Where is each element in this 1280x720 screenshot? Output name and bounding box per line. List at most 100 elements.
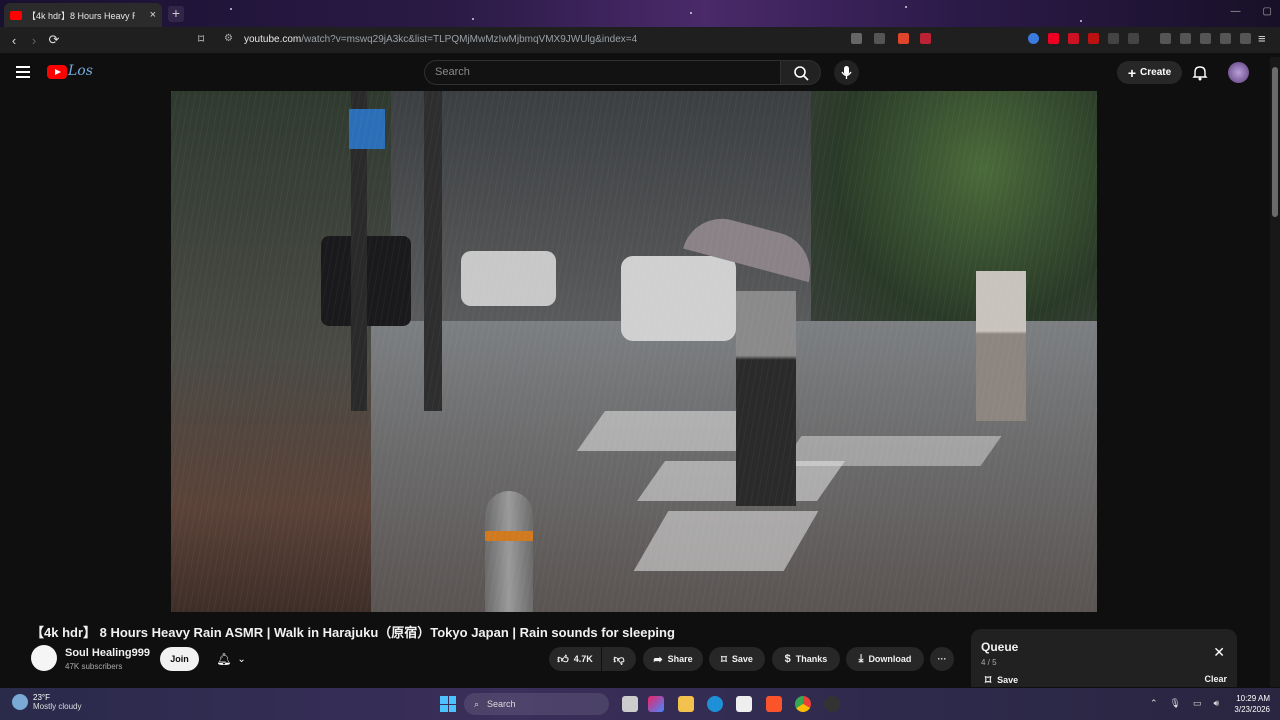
extensions-puzzle-icon[interactable] [1108, 33, 1119, 44]
chevron-down-icon: ⌄ [237, 653, 246, 665]
search-button[interactable] [781, 60, 821, 85]
wallet-icon[interactable] [1200, 33, 1211, 44]
background-star [472, 18, 474, 20]
display-icon[interactable]: ▭ [1193, 698, 1202, 709]
url-path: /watch?v=mswq29jA3kc&list=TLPQMjMwMzIwMj… [301, 34, 638, 45]
search-input[interactable]: Search [424, 60, 781, 85]
queue-save-label: Save [997, 675, 1019, 685]
subscriber-count: 47K subscribers [65, 662, 123, 671]
volume-icon[interactable]: 🔊︎ [1214, 698, 1220, 709]
back-icon[interactable]: ‹ [4, 33, 24, 48]
youtube-doodle-logo[interactable]: Los [68, 63, 93, 79]
microphone-icon[interactable]: 🎙︎ [1170, 698, 1181, 709]
menu-icon[interactable]: ≡ [1258, 31, 1266, 46]
close-icon[interactable]: ✕ [1213, 644, 1225, 661]
site-settings-icon[interactable]: ⚙ [224, 33, 233, 44]
leo-ai-icon[interactable] [1220, 33, 1231, 44]
dislike-button[interactable]: 👎︎ [602, 647, 636, 671]
chrome-browser-icon[interactable] [795, 696, 811, 712]
media-control-icon[interactable] [1160, 33, 1171, 44]
download-label: Download [868, 654, 912, 664]
voice-search-button[interactable] [834, 60, 859, 85]
like-count: 4.7K [573, 654, 593, 664]
queue-clear-button[interactable]: Clear [1204, 674, 1227, 684]
url-field[interactable]: youtube.com/watch?v=mswq29jA3kc&list=TLP… [244, 34, 637, 45]
share-button[interactable]: ➦ Share [643, 647, 703, 671]
more-actions-button[interactable]: ··· [930, 647, 954, 671]
youtube-header: Los Search + Create [0, 53, 1280, 91]
vpn-icon[interactable] [1240, 33, 1251, 44]
taskbar-clock[interactable]: 10:29 AM 3/23/2026 [1222, 693, 1270, 715]
window-controls: — ▢ [1231, 6, 1272, 17]
clock-time: 10:29 AM [1236, 694, 1270, 703]
windows-taskbar: 23°F Mostly cloudy ⌕ Search ⌃ 🎙︎ ▭ 🔊︎ 10… [0, 688, 1280, 720]
rain-overlay [171, 91, 1097, 612]
task-view-icon[interactable] [622, 696, 638, 712]
forward-icon[interactable]: › [24, 33, 44, 48]
subscription-bell-button[interactable]: 🔔︎ ⌄ [206, 647, 256, 671]
maximize-icon[interactable]: ▢ [1263, 6, 1272, 17]
page-scrollbar[interactable] [1270, 57, 1280, 687]
brave-browser-icon[interactable] [766, 696, 782, 712]
share-page-icon[interactable] [874, 33, 885, 44]
tab-title: 【4k hdr】8 Hours Heavy Rain [27, 10, 135, 21]
download-button[interactable]: ⤓ Download [846, 647, 924, 671]
hamburger-menu-icon[interactable] [16, 66, 30, 78]
app-icon[interactable] [824, 696, 840, 712]
windows-start-icon[interactable] [440, 696, 456, 712]
weather-temperature: 23°F [33, 693, 50, 702]
queue-count: 4 / 5 [981, 658, 997, 667]
sidebar-icon[interactable] [1180, 33, 1191, 44]
join-button[interactable]: Join [160, 647, 199, 671]
rewards-icon[interactable] [920, 33, 931, 44]
bookmark-icon[interactable]: ⌑ [198, 32, 204, 46]
clock-date: 3/23/2026 [1234, 705, 1270, 714]
channel-name[interactable]: Soul Healing999 [65, 647, 150, 659]
reload-icon[interactable]: ⟳ [44, 32, 64, 48]
tab-close-icon[interactable]: × [150, 9, 156, 21]
chevron-up-icon[interactable]: ⌃ [1150, 698, 1158, 709]
edge-browser-icon[interactable] [707, 696, 723, 712]
thanks-button[interactable]: $ Thanks [772, 647, 840, 671]
brave-shield-icon[interactable] [898, 33, 909, 44]
extension-icon[interactable] [1048, 33, 1059, 44]
cast-icon[interactable] [851, 33, 862, 44]
queue-save-button[interactable]: ⌑ Save [985, 673, 1018, 687]
extension-icon[interactable] [1068, 33, 1079, 44]
file-explorer-icon[interactable] [678, 696, 694, 712]
system-tray: ⌃ 🎙︎ ▭ 🔊︎ [1150, 698, 1219, 709]
search-icon: ⌕ [474, 698, 480, 709]
thanks-label: Thanks [795, 654, 828, 664]
browser-tab-strip: 【4k hdr】8 Hours Heavy Rain × + — ▢ [0, 0, 1280, 27]
like-button[interactable]: 👍︎ 4.7K [549, 647, 601, 671]
weather-widget[interactable]: 23°F Mostly cloudy [12, 693, 81, 711]
url-domain: youtube.com [244, 34, 302, 45]
super-thanks-icon: $ [784, 653, 791, 665]
browser-tab-active[interactable]: 【4k hdr】8 Hours Heavy Rain × [4, 3, 162, 27]
microsoft-store-icon[interactable] [736, 696, 752, 712]
youtube-favicon-icon [10, 10, 22, 20]
minimize-icon[interactable]: — [1231, 6, 1241, 17]
video-player[interactable] [171, 91, 1097, 612]
create-button[interactable]: + Create [1117, 61, 1182, 84]
extension-icon[interactable] [1128, 33, 1139, 44]
thumbs-up-icon: 👍︎ [557, 653, 569, 666]
thumbs-down-icon: 👎︎ [613, 653, 625, 666]
bookmark-icon: ⌑ [721, 653, 727, 666]
extension-icon[interactable] [1088, 33, 1099, 44]
channel-avatar[interactable] [31, 645, 57, 671]
queue-title: Queue [981, 640, 1019, 654]
save-button[interactable]: ⌑ Save [709, 647, 765, 671]
extension-icon[interactable] [1028, 33, 1039, 44]
background-star [230, 8, 232, 10]
copilot-icon[interactable] [648, 696, 664, 712]
save-label: Save [731, 654, 753, 664]
background-star [690, 12, 692, 14]
new-tab-button[interactable]: + [168, 6, 184, 22]
notifications-bell-icon[interactable] [1192, 64, 1208, 81]
taskbar-search-label: Search [487, 699, 516, 709]
youtube-logo-icon[interactable] [47, 65, 67, 79]
account-avatar[interactable] [1228, 62, 1249, 83]
taskbar-search[interactable]: ⌕ Search [464, 693, 609, 715]
scrollbar-thumb[interactable] [1272, 67, 1278, 217]
